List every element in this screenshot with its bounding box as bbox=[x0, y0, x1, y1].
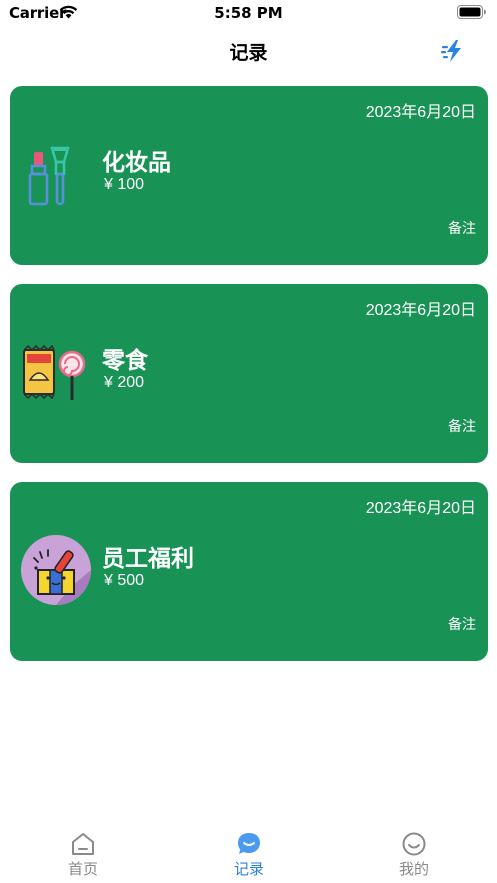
battery-icon bbox=[457, 5, 486, 19]
record-date: 2023年6月20日 bbox=[365, 302, 476, 319]
record-date: 2023年6月20日 bbox=[365, 104, 476, 121]
status-time: 5:58 PM bbox=[214, 4, 283, 22]
record-date: 2023年6月20日 bbox=[365, 500, 476, 517]
lightning-icon[interactable] bbox=[441, 38, 467, 64]
record-amount: ¥ 200 bbox=[104, 374, 145, 391]
gift-box-icon bbox=[21, 535, 91, 605]
record-card[interactable]: 2023年6月20日 员工福利 ¥ 500 备注 bbox=[10, 482, 488, 661]
record-name: 化妆品 bbox=[102, 150, 171, 176]
snacks-icon bbox=[23, 344, 86, 400]
record-amount: ¥ 100 bbox=[104, 176, 145, 193]
record-card[interactable]: 2023年6月20日 化妆品 ¥ 100 备注 bbox=[10, 86, 488, 265]
status-bar: Carrier 5:58 PM bbox=[0, 0, 497, 26]
tab-label: 我的 bbox=[398, 860, 429, 878]
records-list: 2023年6月20日 化妆品 ¥ 100 备注 2023年6月20日 零食 ¥ … bbox=[10, 86, 488, 680]
chat-icon bbox=[238, 833, 260, 854]
record-note: 备注 bbox=[448, 617, 476, 633]
tab-bar: 首页 记录 我的 bbox=[0, 826, 497, 883]
navigation-bar: 记录 bbox=[0, 26, 497, 74]
tab-records[interactable]: 记录 bbox=[166, 826, 332, 883]
cosmetics-icon bbox=[28, 146, 70, 206]
home-icon bbox=[72, 833, 94, 855]
smile-icon bbox=[402, 832, 426, 856]
tab-label: 记录 bbox=[233, 860, 264, 878]
tab-profile[interactable]: 我的 bbox=[331, 826, 497, 883]
record-amount: ¥ 500 bbox=[104, 572, 145, 589]
record-note: 备注 bbox=[448, 221, 476, 237]
record-name: 零食 bbox=[102, 348, 148, 374]
tab-label: 首页 bbox=[67, 860, 98, 878]
record-name: 员工福利 bbox=[102, 546, 194, 572]
tab-home[interactable]: 首页 bbox=[0, 826, 166, 883]
page-title: 记录 bbox=[229, 42, 268, 64]
record-card[interactable]: 2023年6月20日 零食 ¥ 200 备注 bbox=[10, 284, 488, 463]
record-note: 备注 bbox=[448, 419, 476, 435]
